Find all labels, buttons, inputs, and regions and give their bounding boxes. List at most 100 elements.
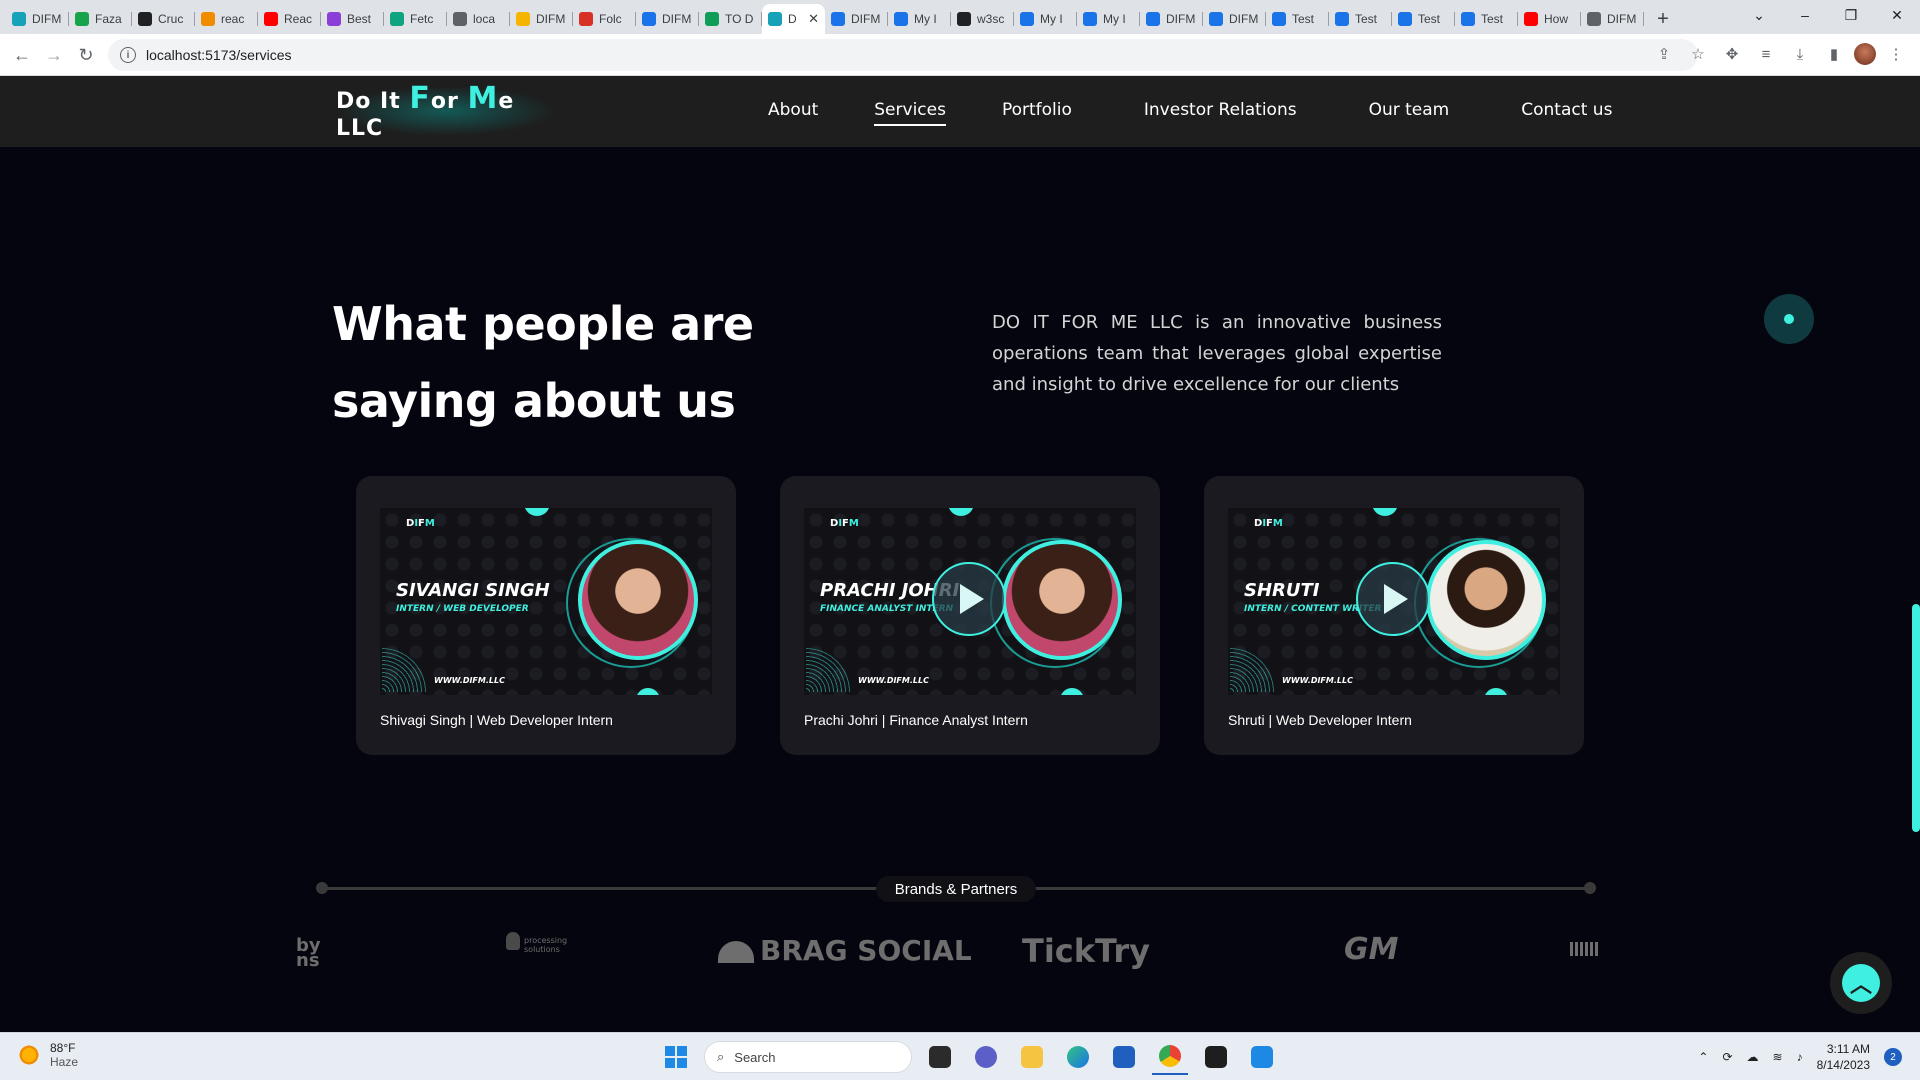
nav-link-about[interactable]: About xyxy=(768,100,818,126)
video-thumbnail[interactable]: DIFM PRACHI JOHRI FINANCE ANALYST INTERN WW… xyxy=(804,508,1136,695)
browser-tab[interactable]: Best xyxy=(321,4,384,34)
browser-tab[interactable]: Faza xyxy=(69,4,132,34)
page-scrollbar[interactable] xyxy=(1912,604,1920,832)
start-button[interactable] xyxy=(658,1039,694,1075)
tab-title: My I xyxy=(1040,12,1063,26)
play-icon[interactable] xyxy=(932,562,1006,636)
teams-chat-icon[interactable] xyxy=(968,1039,1004,1075)
browser-tab[interactable]: How xyxy=(1518,4,1581,34)
download-icon[interactable]: ⤓ xyxy=(1786,40,1814,68)
tab-search-icon[interactable]: ⌄ xyxy=(1736,0,1782,30)
browser-tab[interactable]: Reac xyxy=(258,4,321,34)
new-tab-button[interactable]: + xyxy=(1648,4,1678,34)
browser-tab[interactable]: Test xyxy=(1329,4,1392,34)
extensions-puzzle-icon[interactable]: ✥ xyxy=(1718,40,1746,68)
tab-title: Best xyxy=(347,12,372,26)
search-icon: ⌕ xyxy=(717,1049,725,1064)
address-bar[interactable]: i localhost:5173/services xyxy=(108,39,1698,71)
system-clock[interactable]: 3:11 AM 8/14/2023 xyxy=(1817,1041,1870,1073)
browser-tab[interactable]: Test xyxy=(1392,4,1455,34)
tab-favicon-icon xyxy=(516,12,530,26)
video-thumbnail[interactable]: DIFM SIVANGI SINGH INTERN / WEB DEVELOPER W… xyxy=(380,508,712,695)
thumbnail-logo: DIFM xyxy=(1254,518,1283,529)
tab-title: DIFM xyxy=(536,12,566,26)
reload-icon[interactable]: ↻ xyxy=(70,39,102,71)
browser-tab[interactable]: w3sc xyxy=(951,4,1014,34)
close-window-button[interactable]: ✕ xyxy=(1874,0,1920,30)
browser-tab[interactable]: reac xyxy=(195,4,258,34)
main-nav: About Services Portfolio Investor Relations… xyxy=(768,100,1612,126)
play-icon[interactable] xyxy=(1356,562,1430,636)
menu-kebab-icon[interactable]: ⋮ xyxy=(1882,40,1910,68)
tab-favicon-icon xyxy=(1524,12,1538,26)
site-info-icon[interactable]: i xyxy=(120,47,136,63)
side-panel-icon[interactable]: ▮ xyxy=(1820,40,1848,68)
tab-favicon-icon xyxy=(894,12,908,26)
logo-part: F xyxy=(409,81,431,116)
browser-tab[interactable]: DIFM xyxy=(510,4,573,34)
volume-icon[interactable]: ♪ xyxy=(1797,1050,1803,1064)
nav-link-our-team[interactable]: Our team xyxy=(1369,100,1450,126)
site-header: Do It For Me LLC About Services Portfolio I… xyxy=(0,76,1920,147)
browser-tab[interactable]: loca xyxy=(447,4,510,34)
terminal-icon[interactable] xyxy=(1198,1039,1234,1075)
share-icon[interactable]: ⇪ xyxy=(1650,40,1678,68)
task-view-icon[interactable] xyxy=(922,1039,958,1075)
vscode-icon[interactable] xyxy=(1244,1039,1280,1075)
onedrive-cloud-icon[interactable]: ☁ xyxy=(1747,1050,1759,1064)
microsoft-store-icon[interactable] xyxy=(1106,1039,1142,1075)
video-thumbnail[interactable]: DIFM SHRUTI INTERN / CONTENT WRITER WWW.DIF… xyxy=(1228,508,1560,695)
browser-tab[interactable]: My I xyxy=(1014,4,1077,34)
tray-chevron-up-icon[interactable]: ⌃ xyxy=(1698,1050,1708,1064)
minimize-button[interactable]: – xyxy=(1782,0,1828,30)
browser-tab[interactable]: Folc xyxy=(573,4,636,34)
browser-tab[interactable]: My I xyxy=(1077,4,1140,34)
nav-link-investor-relations[interactable]: Investor Relations xyxy=(1144,100,1297,126)
profile-avatar[interactable] xyxy=(1854,43,1876,65)
chat-widget-button[interactable] xyxy=(1764,294,1814,344)
nav-link-services[interactable]: Services xyxy=(874,100,946,126)
browser-tab[interactable]: DIFM xyxy=(1140,4,1203,34)
scroll-to-top-button[interactable]: ︿ xyxy=(1830,952,1892,1014)
taskbar-search[interactable]: ⌕ Search xyxy=(704,1041,912,1073)
edge-browser-icon[interactable] xyxy=(1060,1039,1096,1075)
tab-title: reac xyxy=(221,12,245,26)
chrome-icon[interactable] xyxy=(1152,1039,1188,1075)
weather-desc: Haze xyxy=(50,1055,79,1069)
wifi-icon[interactable]: ≋ xyxy=(1773,1050,1783,1064)
media-queue-icon[interactable]: ≡ xyxy=(1752,40,1780,68)
browser-tab[interactable]: Fetc xyxy=(384,4,447,34)
website-viewport: Do It For Me LLC About Services Portfolio I… xyxy=(0,76,1920,1032)
sync-icon[interactable]: ⟳ xyxy=(1722,1050,1732,1064)
clock-date: 8/14/2023 xyxy=(1816,1058,1870,1072)
thumbnail-name: SIVANGI SINGH xyxy=(396,580,550,601)
browser-tab[interactable]: My I xyxy=(888,4,951,34)
browser-tab[interactable]: TO D xyxy=(699,4,762,34)
browser-tab[interactable]: DIFM xyxy=(1581,4,1644,34)
tab-title: My I xyxy=(1103,12,1126,26)
nav-link-contact-us[interactable]: Contact us xyxy=(1521,100,1612,126)
bookmark-star-icon[interactable]: ☆ xyxy=(1684,40,1712,68)
tab-favicon-icon xyxy=(1398,12,1412,26)
browser-tab[interactable]: Test xyxy=(1455,4,1518,34)
tab-favicon-icon xyxy=(327,12,341,26)
back-icon[interactable]: ← xyxy=(6,39,38,71)
forward-icon[interactable]: → xyxy=(38,39,70,71)
maximize-button[interactable]: ❐ xyxy=(1828,0,1874,30)
close-tab-icon[interactable]: ✕ xyxy=(808,11,819,27)
weather-widget[interactable]: 88°F Haze xyxy=(18,1041,78,1069)
thumbnail-name: SHRUTI xyxy=(1244,580,1320,601)
browser-tab[interactable]: D ✕ xyxy=(762,4,825,34)
browser-tab[interactable]: DIFM xyxy=(1203,4,1266,34)
nav-link-portfolio[interactable]: Portfolio xyxy=(1002,100,1072,126)
browser-tab[interactable]: Cruc xyxy=(132,4,195,34)
browser-tab[interactable]: DIFM xyxy=(6,4,69,34)
browser-tab[interactable]: DIFM xyxy=(636,4,699,34)
tab-favicon-icon xyxy=(1146,12,1160,26)
browser-tab[interactable]: DIFM xyxy=(825,4,888,34)
browser-tab[interactable]: Test xyxy=(1266,4,1329,34)
site-logo[interactable]: Do It For Me LLC xyxy=(336,81,556,141)
notification-badge[interactable]: 2 xyxy=(1884,1048,1902,1066)
file-explorer-icon[interactable] xyxy=(1014,1039,1050,1075)
logo-part: M xyxy=(467,81,499,116)
